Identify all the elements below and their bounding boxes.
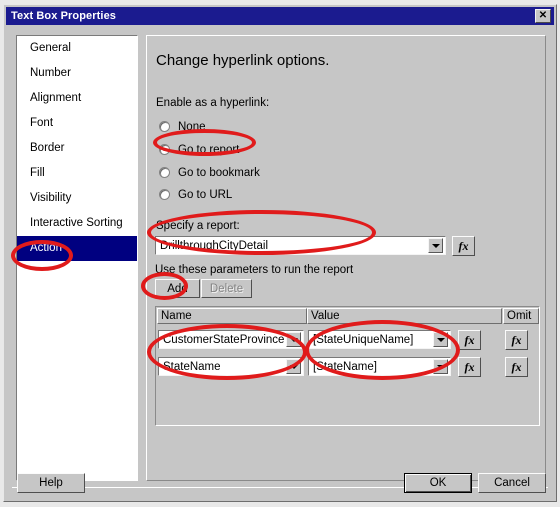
parameters-grid-header: Name Value Omit bbox=[156, 307, 539, 324]
table-row: StateName [StateName] fx fx bbox=[156, 354, 539, 381]
parameter-value-expression-button[interactable]: fx bbox=[458, 330, 481, 350]
category-list[interactable]: General Number Alignment Font Border Fil… bbox=[16, 35, 138, 481]
ok-button[interactable]: OK bbox=[404, 473, 472, 493]
chevron-down-icon[interactable] bbox=[428, 238, 443, 253]
parameter-value-combobox[interactable]: [StateName] bbox=[308, 357, 451, 376]
radio-go-to-bookmark-label: Go to bookmark bbox=[178, 166, 260, 179]
table-row: CustomerStateProvince [StateUniqueName] … bbox=[156, 327, 539, 354]
radio-none-label: None bbox=[178, 120, 206, 133]
parameter-name-value: StateName bbox=[163, 360, 221, 373]
fx-icon: fx bbox=[511, 360, 522, 374]
radio-go-to-url-label: Go to URL bbox=[178, 188, 233, 201]
fx-icon: fx bbox=[464, 360, 475, 374]
page-title: Change hyperlink options. bbox=[156, 52, 330, 69]
text-box-properties-dialog: Text Box Properties ✕ General Number Ali… bbox=[3, 4, 557, 502]
parameter-value-value: [StateName] bbox=[313, 360, 377, 373]
close-icon: ✕ bbox=[538, 10, 548, 21]
help-button[interactable]: Help bbox=[17, 473, 85, 493]
sidebar-item-general[interactable]: General bbox=[17, 36, 137, 61]
add-button[interactable]: Add bbox=[155, 279, 200, 298]
fx-icon: fx bbox=[511, 333, 522, 347]
radio-go-to-report-icon bbox=[159, 144, 170, 155]
fx-icon: fx bbox=[464, 333, 475, 347]
enable-hyperlink-label: Enable as a hyperlink: bbox=[156, 97, 270, 109]
parameters-grid: Name Value Omit CustomerStateProvince [S… bbox=[155, 306, 540, 426]
parameter-name-value: CustomerStateProvince bbox=[163, 333, 285, 346]
radio-none[interactable]: None bbox=[159, 119, 206, 134]
parameter-omit-expression-button[interactable]: fx bbox=[505, 330, 528, 350]
parameter-name-combobox[interactable]: CustomerStateProvince bbox=[158, 330, 304, 349]
radio-go-to-bookmark[interactable]: Go to bookmark bbox=[159, 165, 260, 180]
parameter-value-expression-button[interactable]: fx bbox=[458, 357, 481, 377]
radio-go-to-report-label: Go to report bbox=[178, 143, 240, 156]
chevron-down-icon[interactable] bbox=[286, 359, 301, 374]
radio-go-to-report[interactable]: Go to report bbox=[159, 142, 239, 157]
radio-go-to-url[interactable]: Go to URL bbox=[159, 187, 232, 202]
screen: Text Box Properties ✕ General Number Ali… bbox=[0, 0, 560, 507]
sidebar-item-alignment[interactable]: Alignment bbox=[17, 86, 137, 111]
sidebar-item-border[interactable]: Border bbox=[17, 136, 137, 161]
radio-go-to-bookmark-icon bbox=[159, 167, 170, 178]
radio-go-to-url-icon bbox=[159, 189, 170, 200]
cancel-button[interactable]: Cancel bbox=[478, 473, 546, 493]
chevron-down-icon[interactable] bbox=[286, 332, 301, 347]
title-bar: Text Box Properties ✕ bbox=[6, 7, 554, 25]
sidebar-item-fill[interactable]: Fill bbox=[17, 161, 137, 186]
report-combobox[interactable]: DrillthroughCityDetail bbox=[155, 236, 446, 255]
parameter-value-value: [StateUniqueName] bbox=[313, 333, 414, 346]
specify-report-label: Specify a report: bbox=[156, 220, 240, 232]
parameter-omit-expression-button[interactable]: fx bbox=[505, 357, 528, 377]
sidebar-item-action[interactable]: Action bbox=[17, 236, 137, 261]
action-panel: Change hyperlink options. Enable as a hy… bbox=[146, 35, 546, 481]
sidebar-item-font[interactable]: Font bbox=[17, 111, 137, 136]
report-expression-button[interactable]: fx bbox=[452, 236, 475, 256]
chevron-down-icon[interactable] bbox=[433, 332, 448, 347]
column-header-value[interactable]: Value bbox=[307, 308, 502, 324]
sidebar-item-number[interactable]: Number bbox=[17, 61, 137, 86]
chevron-down-icon[interactable] bbox=[433, 359, 448, 374]
parameter-name-combobox[interactable]: StateName bbox=[158, 357, 304, 376]
delete-button: Delete bbox=[201, 279, 252, 298]
column-header-name[interactable]: Name bbox=[157, 308, 307, 324]
window-title: Text Box Properties bbox=[11, 10, 117, 22]
sidebar-item-visibility[interactable]: Visibility bbox=[17, 186, 137, 211]
report-combobox-value: DrillthroughCityDetail bbox=[160, 239, 269, 252]
column-header-omit[interactable]: Omit bbox=[503, 308, 539, 324]
close-button[interactable]: ✕ bbox=[535, 9, 551, 23]
fx-icon: fx bbox=[458, 239, 469, 253]
parameter-value-combobox[interactable]: [StateUniqueName] bbox=[308, 330, 451, 349]
sidebar-item-interactive-sorting[interactable]: Interactive Sorting bbox=[17, 211, 137, 236]
parameters-hint-label: Use these parameters to run the report bbox=[155, 264, 354, 276]
radio-none-icon bbox=[159, 121, 170, 132]
